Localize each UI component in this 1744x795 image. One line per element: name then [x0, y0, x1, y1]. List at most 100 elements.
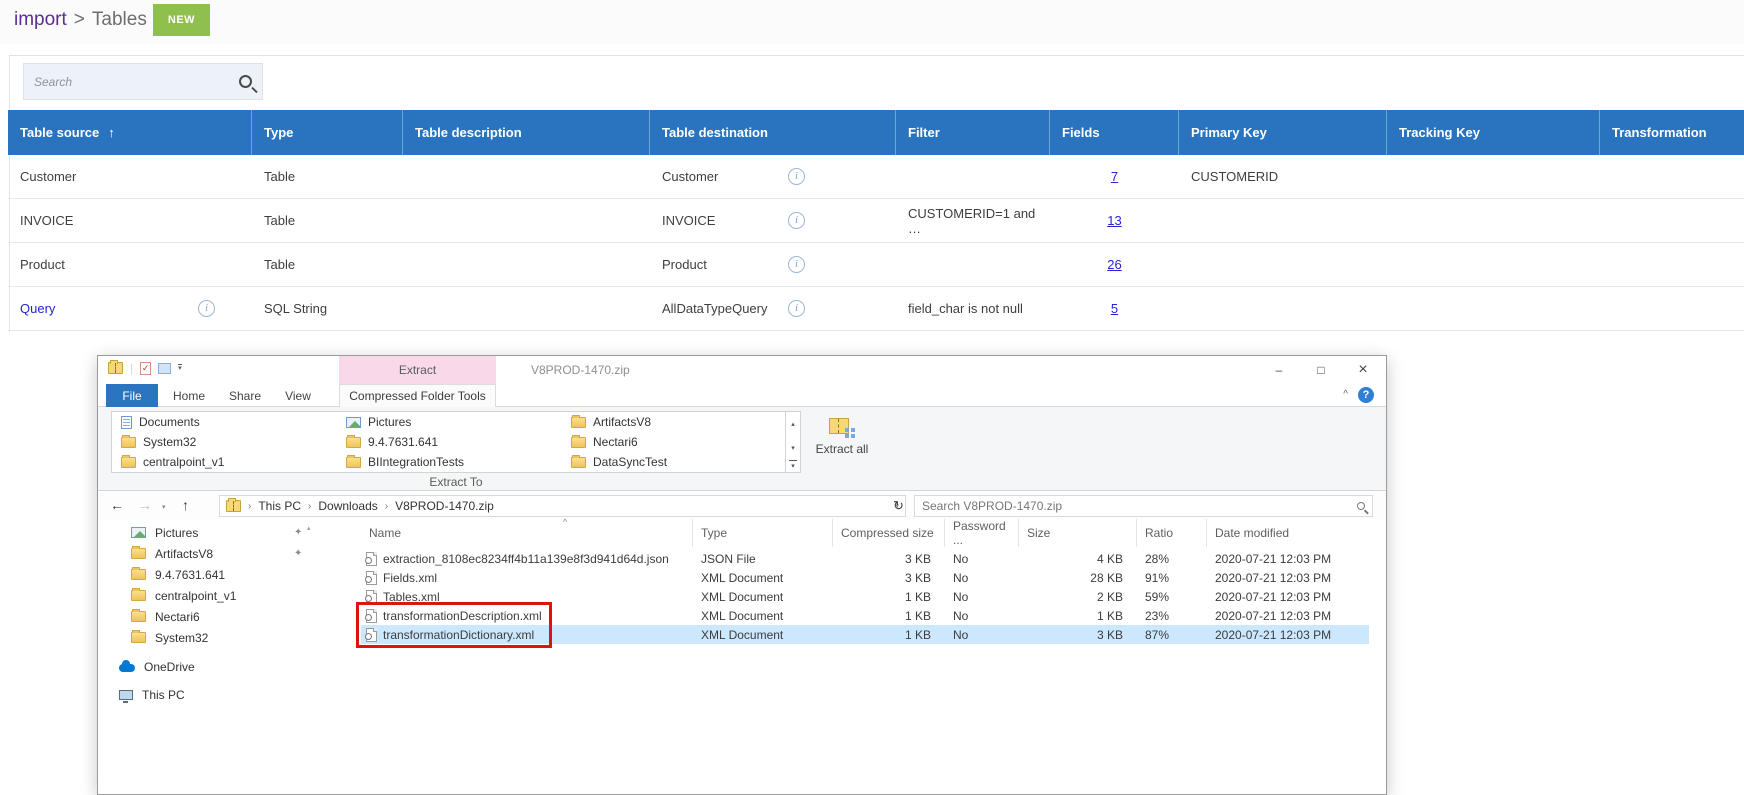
nav-item-version-folder[interactable]: 9.4.7631.641	[98, 564, 323, 585]
new-folder-icon[interactable]	[158, 363, 171, 374]
pin-icon[interactable]: ✦	[294, 527, 302, 538]
forward-icon[interactable]: →	[138, 497, 152, 513]
search-input[interactable]	[34, 75, 239, 89]
gallery-item-system32[interactable]: System32	[112, 432, 337, 452]
col-ratio[interactable]: Ratio	[1137, 519, 1207, 547]
crumb-downloads[interactable]: Downloads	[318, 499, 377, 513]
file-row-fields-xml[interactable]: Fields.xml XML Document 3 KB No 28 KB 91…	[361, 568, 1369, 587]
explorer-window: | ✓ ▾ Extract V8PROD-1470.zip – □ × File…	[97, 355, 1387, 795]
info-icon[interactable]: i	[788, 212, 805, 229]
gallery-item-artifactsv8[interactable]: ArtifactsV8	[562, 412, 786, 432]
col-type[interactable]: Type	[693, 519, 833, 547]
sort-ascending-icon: ↑	[108, 125, 115, 140]
cell-primary-key: CUSTOMERID	[1179, 155, 1387, 198]
file-row-tables-xml[interactable]: Tables.xml XML Document 1 KB No 2 KB 59%…	[361, 587, 1369, 606]
explorer-search-input[interactable]	[922, 499, 1357, 513]
nav-item-pictures[interactable]: Pictures ✦	[98, 522, 323, 543]
up-icon[interactable]: ↑	[182, 497, 189, 513]
fields-count-link[interactable]: 26	[1107, 257, 1121, 272]
breadcrumb-import[interactable]: import	[14, 9, 67, 31]
table-search	[23, 63, 263, 100]
file-row-extraction-json[interactable]: extraction_8108ec8234ff4b11a139e8f3d941d…	[361, 549, 1369, 568]
col-date-modified[interactable]: Date modified	[1207, 519, 1369, 547]
gallery-item-documents[interactable]: Documents	[112, 412, 337, 432]
cell-destination: INVOICE i	[650, 199, 896, 242]
file-row-transformation-description-xml[interactable]: transformationDescription.xml XML Docume…	[361, 606, 1369, 625]
tab-home[interactable]: Home	[164, 384, 214, 407]
tab-compressed-folder-tools[interactable]: Compressed Folder Tools	[339, 384, 496, 407]
minimize-button[interactable]: –	[1258, 357, 1300, 383]
nav-item-system32[interactable]: System32	[98, 627, 323, 648]
fields-count-link[interactable]: 7	[1111, 169, 1118, 184]
tab-view[interactable]: View	[276, 384, 320, 407]
nav-item-this-pc[interactable]: This PC	[98, 684, 323, 705]
gallery-scroll-up-icon[interactable]: ▴	[786, 412, 800, 436]
gallery-item-nectari6[interactable]: Nectari6	[562, 432, 786, 452]
nav-item-artifactsv8[interactable]: ArtifactsV8 ✦	[98, 543, 323, 564]
tab-file[interactable]: File	[106, 384, 158, 407]
cell-filter	[896, 155, 1050, 198]
crumb-this-pc[interactable]: This PC	[258, 499, 301, 513]
quick-access-toolbar: | ✓ ▾	[108, 361, 182, 375]
col-compressed-size[interactable]: Compressed size	[833, 519, 945, 547]
crumb-zip[interactable]: V8PROD-1470.zip	[395, 499, 494, 513]
col-name[interactable]: Name	[361, 519, 693, 547]
cell-fields: 13	[1050, 199, 1179, 242]
folder-icon	[131, 569, 146, 580]
search-icon[interactable]	[239, 75, 252, 88]
ribbon: Documents Pictures ArtifactsV8 System32 …	[98, 407, 1386, 491]
help-icon[interactable]: ?	[1358, 387, 1374, 403]
nav-item-onedrive[interactable]: OneDrive	[98, 656, 323, 677]
col-table-source[interactable]: Table source ↑	[8, 110, 252, 155]
col-table-description[interactable]: Table description	[403, 110, 650, 155]
col-fields[interactable]: Fields	[1050, 110, 1179, 155]
pin-icon[interactable]: ✦	[294, 548, 302, 559]
info-icon[interactable]: i	[788, 300, 805, 317]
gallery-item-version-folder[interactable]: 9.4.7631.641	[337, 432, 562, 452]
col-table-destination[interactable]: Table destination	[650, 110, 896, 155]
new-button[interactable]: NEW	[153, 4, 210, 36]
col-type[interactable]: Type	[252, 110, 403, 155]
tab-share[interactable]: Share	[220, 384, 270, 407]
address-breadcrumb[interactable]: › This PC › Downloads › V8PROD-1470.zip …	[219, 495, 906, 517]
file-row-transformation-dictionary-xml[interactable]: transformationDictionary.xml XML Documen…	[361, 625, 1369, 644]
col-primary-key[interactable]: Primary Key	[1179, 110, 1387, 155]
collapse-ribbon-icon[interactable]: ^	[1343, 389, 1348, 400]
gallery-scroll-down-icon[interactable]: ▾	[786, 436, 800, 460]
search-icon[interactable]	[1357, 502, 1365, 510]
info-icon[interactable]: i	[788, 168, 805, 185]
customize-qat-icon[interactable]: ▾	[178, 364, 182, 372]
fields-count-link[interactable]: 5	[1111, 301, 1118, 316]
recent-locations-icon[interactable]: ▾	[162, 503, 166, 511]
cell-description	[403, 199, 650, 242]
col-tracking-key[interactable]: Tracking Key	[1387, 110, 1600, 155]
maximize-button[interactable]: □	[1300, 357, 1342, 383]
col-transformation[interactable]: Transformation	[1600, 110, 1744, 155]
properties-icon[interactable]: ✓	[140, 362, 151, 375]
refresh-icon[interactable]: ↻	[893, 498, 904, 514]
cell-tracking-key	[1387, 287, 1600, 330]
col-filter[interactable]: Filter	[896, 110, 1050, 155]
back-icon[interactable]: ←	[110, 497, 124, 513]
nav-item-nectari6[interactable]: Nectari6	[98, 606, 323, 627]
info-icon[interactable]: i	[198, 300, 215, 317]
gallery-item-datasynctest[interactable]: DataSyncTest	[562, 452, 786, 472]
cell-primary-key	[1179, 243, 1387, 286]
query-link[interactable]: Query	[20, 301, 55, 316]
title-bar[interactable]: | ✓ ▾ Extract V8PROD-1470.zip – □ ×	[98, 356, 1386, 384]
gallery-more-icon[interactable]: ▾	[789, 460, 797, 472]
col-password[interactable]: Password ...	[945, 519, 1019, 547]
gallery-item-biintegrationtests[interactable]: BIIntegrationTests	[337, 452, 562, 472]
nav-item-centralpoint[interactable]: centralpoint_v1	[98, 585, 323, 606]
cell-tracking-key	[1387, 243, 1600, 286]
gallery-item-centralpoint[interactable]: centralpoint_v1	[112, 452, 337, 472]
fields-count-link[interactable]: 13	[1107, 213, 1121, 228]
info-icon[interactable]: i	[788, 256, 805, 273]
gallery-item-pictures[interactable]: Pictures	[337, 412, 562, 432]
extract-all-button[interactable]: Extract all	[810, 410, 874, 486]
close-button[interactable]: ×	[1342, 357, 1384, 383]
navigation-pane: ▴ Pictures ✦ ArtifactsV8 ✦ 9.4.7631.641 …	[98, 522, 323, 705]
extract-all-icon	[829, 416, 855, 438]
col-size[interactable]: Size	[1019, 519, 1137, 547]
explorer-search	[914, 495, 1373, 517]
